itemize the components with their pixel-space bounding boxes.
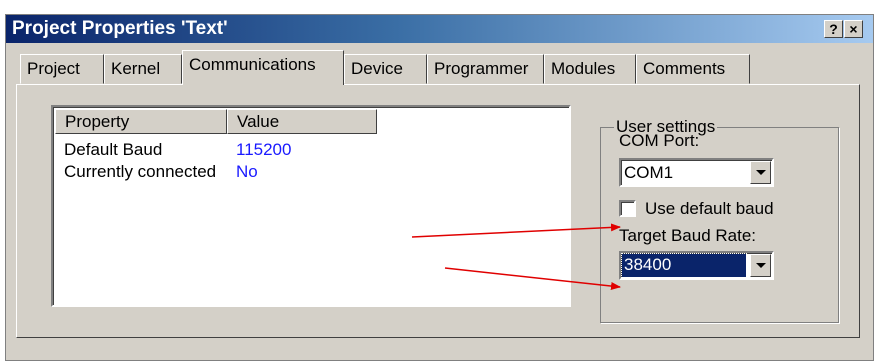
com-port-value: COM1 — [624, 163, 674, 182]
target-baud-select[interactable]: 38400 — [619, 251, 774, 280]
communications-panel: Property Value Default Baud 115200 Curren… — [16, 84, 860, 338]
dialog-title: Project Properties 'Text' — [12, 18, 228, 39]
tab-communications[interactable]: Communications — [182, 50, 344, 85]
property-value: No — [236, 162, 258, 181]
tab-kernel[interactable]: Kernel — [104, 54, 182, 84]
list-header: Property Value — [55, 109, 377, 134]
property-name: Default Baud — [64, 140, 163, 159]
list-item[interactable]: Default Baud 115200 — [64, 140, 291, 162]
com-port-label: COM Port: — [619, 131, 700, 150]
property-name: Currently connected — [64, 162, 217, 181]
help-button[interactable]: ? — [824, 20, 843, 38]
tab-modules[interactable]: Modules — [544, 54, 636, 84]
user-settings-group: User settings COM Port: COM1 Use default… — [600, 117, 839, 323]
properties-list[interactable]: Property Value Default Baud 115200 Curren… — [51, 105, 571, 307]
tab-project[interactable]: Project — [20, 54, 104, 84]
column-header-value[interactable]: Value — [227, 109, 377, 134]
chevron-down-icon[interactable] — [750, 161, 771, 184]
target-baud-value: 38400 — [621, 253, 747, 278]
chevron-down-icon[interactable] — [750, 254, 771, 277]
title-bar[interactable]: Project Properties 'Text' ? × — [6, 15, 873, 43]
use-default-baud-checkbox[interactable] — [619, 200, 636, 217]
property-value: 115200 — [236, 140, 292, 159]
tab-device[interactable]: Device — [344, 54, 427, 84]
com-port-select[interactable]: COM1 — [619, 158, 774, 187]
target-baud-label: Target Baud Rate: — [619, 226, 757, 245]
close-button[interactable]: × — [844, 20, 863, 38]
tab-programmer[interactable]: Programmer — [427, 54, 544, 84]
tab-comments[interactable]: Comments — [636, 54, 750, 84]
use-default-baud-label[interactable]: Use default baud — [645, 199, 774, 219]
column-header-property[interactable]: Property — [55, 109, 227, 134]
list-item[interactable]: Currently connected No — [64, 162, 258, 184]
